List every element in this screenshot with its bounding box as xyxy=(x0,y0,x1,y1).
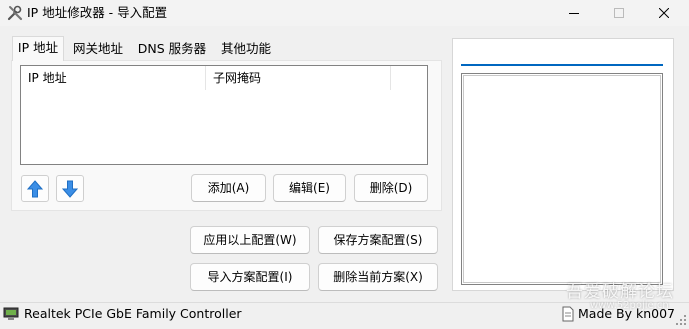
tab-other-functions[interactable]: 其他功能 xyxy=(214,38,278,60)
document-icon xyxy=(562,306,574,322)
tools-icon xyxy=(7,5,23,21)
save-scheme-button[interactable]: 保存方案配置(S) xyxy=(318,226,438,254)
move-up-button[interactable] xyxy=(21,175,49,202)
tab-gateway[interactable]: 网关地址 xyxy=(66,38,130,60)
close-icon xyxy=(659,8,669,18)
network-adapter-icon xyxy=(3,307,19,321)
delete-button[interactable]: 删除(D) xyxy=(354,174,428,202)
minimize-icon xyxy=(569,13,579,14)
tab-dns-server[interactable]: DNS 服务器 xyxy=(132,38,212,60)
maximize-icon xyxy=(614,8,624,18)
apply-config-button[interactable]: 应用以上配置(W) xyxy=(190,226,310,254)
import-scheme-button[interactable]: 导入方案配置(I) xyxy=(190,263,310,291)
tab-ip-address[interactable]: IP 地址 xyxy=(12,36,64,61)
add-button[interactable]: 添加(A) xyxy=(191,174,266,202)
arrow-up-icon xyxy=(27,179,43,197)
column-header-subnet-mask[interactable]: 子网掩码 xyxy=(206,66,391,90)
network-adapter-name: Realtek PCIe GbE Family Controller xyxy=(24,306,242,321)
arrow-down-icon xyxy=(62,180,78,198)
maximize-button[interactable] xyxy=(596,0,642,26)
edit-button[interactable]: 编辑(E) xyxy=(273,174,346,202)
watermark-url: www.52pojie.cn xyxy=(590,300,669,311)
column-header-ip[interactable]: IP 地址 xyxy=(21,66,206,90)
close-button[interactable] xyxy=(641,0,687,26)
delete-scheme-button[interactable]: 删除当前方案(X) xyxy=(318,263,438,291)
scheme-list-inner xyxy=(463,75,661,283)
minimize-button[interactable] xyxy=(551,0,597,26)
move-down-button[interactable] xyxy=(56,175,84,202)
watermark: 吾爱破解论坛 xyxy=(566,282,674,302)
scheme-name-input[interactable] xyxy=(461,45,663,66)
window-title: IP 地址修改器 - 导入配置 xyxy=(27,5,168,20)
resize-grip-icon[interactable] xyxy=(676,315,687,326)
